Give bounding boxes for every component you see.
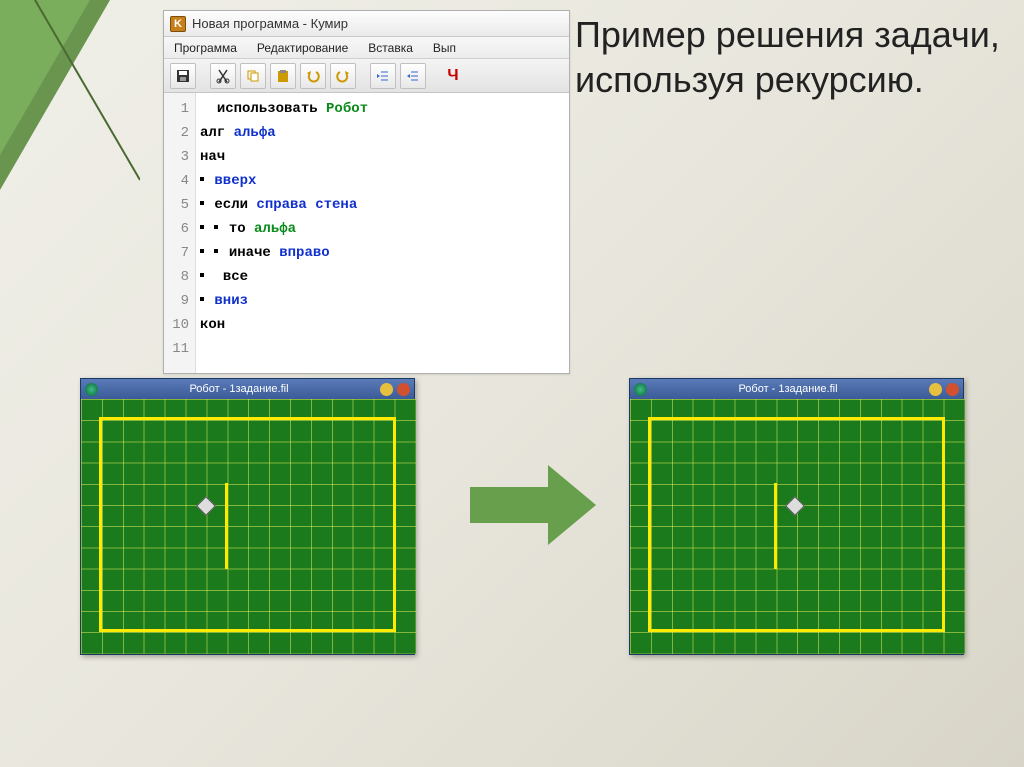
- robot-field[interactable]: [81, 399, 416, 654]
- menu-edit[interactable]: Редактирование: [247, 41, 358, 55]
- kumir-editor-window: K Новая программа - Кумир Программа Реда…: [163, 10, 570, 374]
- robot-titlebar[interactable]: Робот - 1задание.fil: [81, 379, 414, 399]
- slide-decoration: [0, 0, 140, 230]
- robot-title: Робот - 1задание.fil: [102, 383, 376, 395]
- window-title: Новая программа - Кумир: [192, 16, 348, 31]
- cut-button[interactable]: [210, 63, 236, 89]
- minimize-icon[interactable]: [380, 383, 393, 396]
- menu-run[interactable]: Вып: [423, 41, 466, 55]
- code-editor[interactable]: использовать Робот алг альфа нач вверх е…: [196, 93, 569, 373]
- run-button[interactable]: Ч: [440, 63, 466, 89]
- robot-titlebar[interactable]: Робот - 1задание.fil: [630, 379, 963, 399]
- field-border: [99, 417, 396, 632]
- minimize-icon[interactable]: [929, 383, 942, 396]
- close-icon[interactable]: [946, 383, 959, 396]
- menu-program[interactable]: Программа: [164, 41, 247, 55]
- wall: [774, 483, 777, 569]
- paste-button[interactable]: [270, 63, 296, 89]
- app-icon: [634, 383, 647, 396]
- editor-titlebar[interactable]: K Новая программа - Кумир: [164, 11, 569, 37]
- wall: [225, 483, 228, 569]
- robot-window-initial: Робот - 1задание.fil: [80, 378, 415, 655]
- robot-title: Робот - 1задание.fil: [651, 383, 925, 395]
- redo-button[interactable]: [330, 63, 356, 89]
- slide-title: Пример решения задачи, используя рекурси…: [575, 12, 1015, 102]
- save-button[interactable]: [170, 63, 196, 89]
- undo-button[interactable]: [300, 63, 326, 89]
- toolbar: Ч: [164, 59, 569, 93]
- copy-button[interactable]: [240, 63, 266, 89]
- app-icon: [85, 383, 98, 396]
- line-gutter: 1234567891011: [164, 93, 196, 373]
- robot-field[interactable]: [630, 399, 965, 654]
- outdent-button[interactable]: [400, 63, 426, 89]
- close-icon[interactable]: [397, 383, 410, 396]
- menubar: Программа Редактирование Вставка Вып: [164, 37, 569, 59]
- app-icon: K: [170, 16, 186, 32]
- arrow-icon: [470, 465, 610, 545]
- code-area: 1234567891011 использовать Робот алг аль…: [164, 93, 569, 373]
- field-border: [648, 417, 945, 632]
- indent-button[interactable]: [370, 63, 396, 89]
- robot-window-result: Робот - 1задание.fil: [629, 378, 964, 655]
- menu-insert[interactable]: Вставка: [358, 41, 423, 55]
